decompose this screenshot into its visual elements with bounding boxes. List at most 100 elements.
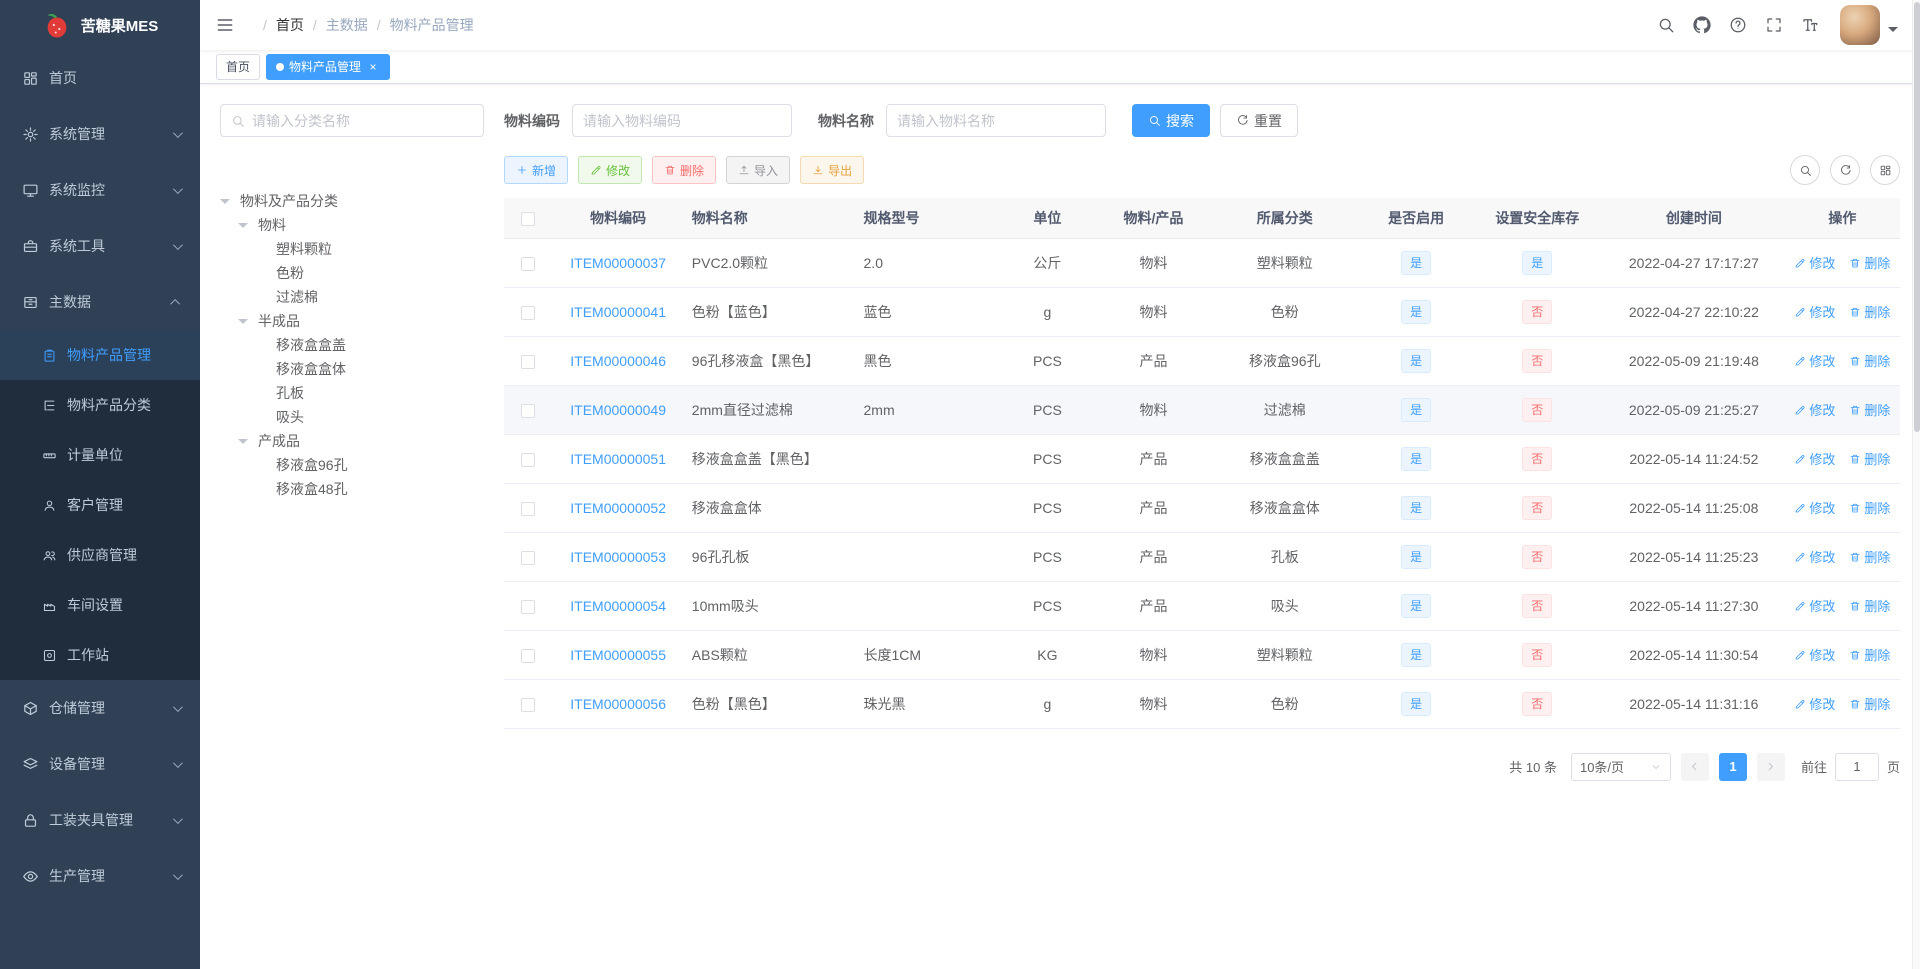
breadcrumb-item[interactable]: / 物料产品管理	[368, 15, 474, 35]
row-checkbox[interactable]	[521, 354, 536, 369]
reset-button[interactable]: 重置	[1220, 104, 1298, 137]
sidebar-item[interactable]: 客户管理	[0, 480, 200, 530]
edit-link[interactable]: 修改	[1794, 596, 1835, 615]
page-size-select[interactable]: 10条/页	[1570, 752, 1671, 781]
scrollbar-thumb[interactable]	[1914, 2, 1920, 432]
prev-page-button[interactable]	[1680, 752, 1709, 781]
sidebar-item[interactable]: 仓储管理	[0, 680, 200, 736]
material-code-link[interactable]: ITEM00000055	[570, 647, 666, 663]
row-checkbox[interactable]	[521, 403, 536, 418]
breadcrumb-item[interactable]: / 首页	[254, 15, 304, 35]
github-icon[interactable]	[1684, 0, 1720, 50]
row-checkbox[interactable]	[521, 501, 536, 516]
sidebar-item[interactable]: 物料产品分类	[0, 380, 200, 430]
delete-link[interactable]: 删除	[1849, 302, 1890, 321]
sidebar-item[interactable]: 系统管理	[0, 106, 200, 162]
delete-link[interactable]: 删除	[1849, 694, 1890, 713]
tree-search-input[interactable]	[252, 112, 473, 129]
caret-down-icon[interactable]	[256, 237, 276, 261]
delete-link[interactable]: 删除	[1849, 400, 1890, 419]
edit-link[interactable]: 修改	[1794, 351, 1835, 370]
search-icon[interactable]	[1648, 0, 1684, 50]
font-size-icon[interactable]	[1792, 0, 1828, 50]
edit-link[interactable]: 修改	[1794, 302, 1835, 321]
sidebar-item[interactable]: 车间设置	[0, 580, 200, 630]
tree-node[interactable]: 色粉	[220, 261, 484, 285]
tree-node[interactable]: 移液盒96孔	[220, 453, 484, 477]
toggle-search-button[interactable]	[1790, 155, 1820, 185]
delete-link[interactable]: 删除	[1849, 449, 1890, 468]
delete-button[interactable]: 删除	[652, 156, 717, 184]
tree-node[interactable]: 物料及产品分类	[220, 189, 484, 213]
help-icon[interactable]	[1720, 0, 1756, 50]
edit-link[interactable]: 修改	[1794, 645, 1835, 664]
refresh-button[interactable]	[1830, 155, 1860, 185]
search-button[interactable]: 搜索	[1132, 104, 1210, 137]
sidebar-item[interactable]: 设备管理	[0, 736, 200, 792]
name-filter-input[interactable]	[897, 112, 1095, 129]
close-icon[interactable]: ×	[366, 60, 380, 74]
tree-node[interactable]: 物料	[220, 213, 484, 237]
caret-down-icon[interactable]	[256, 405, 276, 429]
sidebar-item[interactable]: 首页	[0, 50, 200, 106]
fullscreen-icon[interactable]	[1756, 0, 1792, 50]
delete-link[interactable]: 删除	[1849, 596, 1890, 615]
user-menu[interactable]	[1840, 5, 1898, 45]
export-button[interactable]: 导出	[800, 156, 865, 184]
delete-link[interactable]: 删除	[1849, 547, 1890, 566]
tree-node[interactable]: 塑料颗粒	[220, 237, 484, 261]
sidebar-item[interactable]: 生产管理	[0, 848, 200, 904]
caret-down-icon[interactable]	[256, 261, 276, 285]
material-code-link[interactable]: ITEM00000046	[570, 353, 666, 369]
row-checkbox[interactable]	[521, 697, 536, 712]
edit-link[interactable]: 修改	[1794, 694, 1835, 713]
row-checkbox[interactable]	[521, 452, 536, 467]
sidebar-item[interactable]: 供应商管理	[0, 530, 200, 580]
view-tab[interactable]: 首页 ×	[216, 53, 261, 80]
view-tab[interactable]: 物料产品管理 ×	[266, 53, 391, 80]
caret-down-icon[interactable]	[256, 285, 276, 309]
code-filter-input[interactable]	[583, 112, 781, 129]
row-checkbox[interactable]	[521, 256, 536, 271]
sidebar-item[interactable]: 物料产品管理	[0, 330, 200, 380]
delete-link[interactable]: 删除	[1849, 351, 1890, 370]
material-code-link[interactable]: ITEM00000052	[570, 500, 666, 516]
tree-node[interactable]: 移液盒盒盖	[220, 333, 484, 357]
caret-down-icon[interactable]	[256, 453, 276, 477]
tree-node[interactable]: 移液盒盒体	[220, 357, 484, 381]
sidebar-item[interactable]: 系统监控	[0, 162, 200, 218]
goto-page-input[interactable]	[1834, 752, 1879, 781]
tree-node[interactable]: 移液盒48孔	[220, 477, 484, 501]
column-settings-button[interactable]	[1870, 155, 1900, 185]
material-code-link[interactable]: ITEM00000037	[570, 255, 666, 271]
delete-link[interactable]: 删除	[1849, 498, 1890, 517]
tree-node[interactable]: 吸头	[220, 405, 484, 429]
tree-node[interactable]: 半成品	[220, 309, 484, 333]
caret-down-icon[interactable]	[256, 477, 276, 501]
sidebar-toggle-button[interactable]	[200, 0, 250, 50]
material-code-link[interactable]: ITEM00000049	[570, 402, 666, 418]
sidebar-item[interactable]: 工作站	[0, 630, 200, 680]
edit-link[interactable]: 修改	[1794, 547, 1835, 566]
row-checkbox[interactable]	[521, 305, 536, 320]
material-code-link[interactable]: ITEM00000054	[570, 598, 666, 614]
edit-link[interactable]: 修改	[1794, 253, 1835, 272]
edit-link[interactable]: 修改	[1794, 449, 1835, 468]
caret-down-icon[interactable]	[256, 357, 276, 381]
next-page-button[interactable]	[1756, 752, 1785, 781]
add-button[interactable]: 新增	[504, 156, 569, 184]
sidebar-item[interactable]: 系统工具	[0, 218, 200, 274]
material-code-link[interactable]: ITEM00000041	[570, 304, 666, 320]
caret-down-icon[interactable]	[238, 429, 258, 453]
app-logo[interactable]: 苦糖果MES	[0, 0, 200, 50]
caret-down-icon[interactable]	[238, 309, 258, 333]
page-number-button[interactable]: 1	[1718, 752, 1747, 781]
delete-link[interactable]: 删除	[1849, 645, 1890, 664]
material-code-link[interactable]: ITEM00000051	[570, 451, 666, 467]
material-code-link[interactable]: ITEM00000053	[570, 549, 666, 565]
sidebar-item[interactable]: 计量单位	[0, 430, 200, 480]
sidebar-item[interactable]: 工装夹具管理	[0, 792, 200, 848]
caret-down-icon[interactable]	[220, 189, 240, 213]
edit-link[interactable]: 修改	[1794, 498, 1835, 517]
edit-button[interactable]: 修改	[578, 156, 643, 184]
